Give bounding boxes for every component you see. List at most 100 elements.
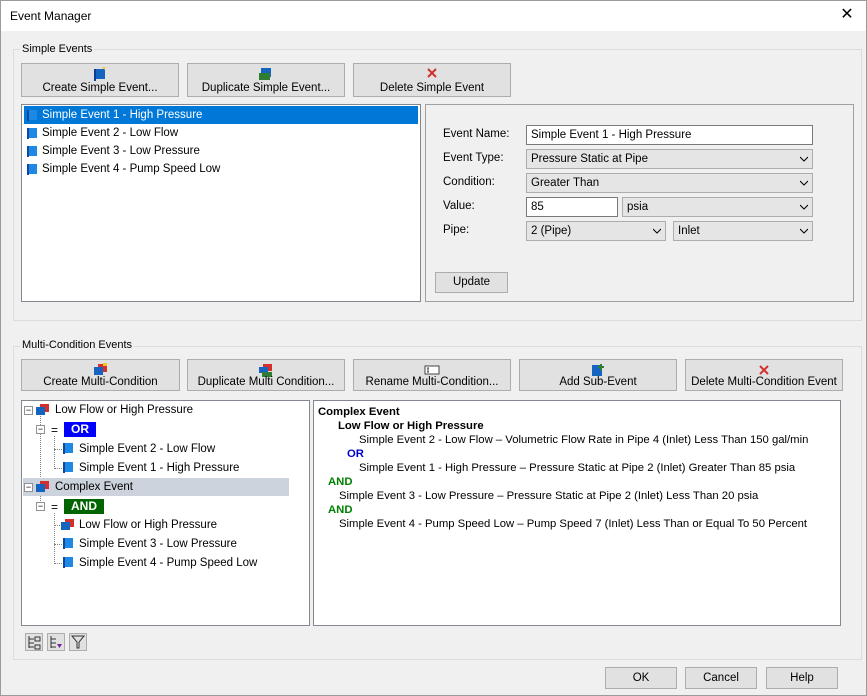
description-title: Complex Event bbox=[318, 406, 400, 418]
tree-node-label: Simple Event 4 - Pump Speed Low bbox=[79, 557, 258, 569]
add-sub-event-label: Add Sub-Event bbox=[559, 376, 637, 388]
update-button[interactable]: Update bbox=[435, 272, 508, 293]
multi-condition-tree[interactable]: − Low Flow or High Pressure − = OR Simpl… bbox=[21, 400, 310, 626]
tree-node-label: Simple Event 1 - High Pressure bbox=[79, 462, 240, 474]
flag-icon bbox=[27, 164, 37, 175]
event-type-select[interactable]: Pressure Static at Pipe bbox=[526, 149, 813, 169]
window-title: Event Manager bbox=[10, 9, 92, 23]
duplicate-multi-condition-button[interactable]: Duplicate Multi Condition... bbox=[187, 359, 345, 391]
tree-node-low-flow-or-high-pressure-ref[interactable]: Low Flow or High Pressure bbox=[79, 516, 217, 534]
condition-select[interactable]: Greater Than bbox=[526, 173, 813, 193]
delete-simple-event-label: Delete Simple Event bbox=[379, 82, 485, 94]
list-item[interactable]: Simple Event 2 - Low Flow bbox=[24, 124, 182, 142]
delete-simple-event-button[interactable]: Delete Simple Event bbox=[353, 63, 511, 97]
description-and: AND bbox=[328, 504, 353, 516]
tree-connector bbox=[54, 436, 55, 469]
close-icon[interactable]: ✕ bbox=[837, 7, 857, 23]
event-type-label: Event Type: bbox=[443, 152, 504, 164]
title-bar: Event Manager ✕ bbox=[0, 0, 867, 31]
flag-multi-icon bbox=[36, 404, 49, 415]
add-flag-icon bbox=[592, 364, 604, 376]
tree-collapse-icon[interactable]: − bbox=[24, 483, 33, 492]
tree-collapse-icon[interactable]: − bbox=[24, 406, 33, 415]
flag-icon bbox=[27, 146, 37, 157]
description-line: Simple Event 4 - Pump Speed Low – Pump S… bbox=[339, 518, 808, 530]
list-item[interactable]: Simple Event 1 - High Pressure bbox=[24, 106, 418, 124]
description-line: Simple Event 3 - Low Pressure – Pressure… bbox=[339, 490, 759, 502]
tree-filter-button[interactable] bbox=[69, 633, 87, 651]
create-multi-condition-button[interactable]: Create Multi-Condition bbox=[21, 359, 180, 391]
multi-condition-description: Complex Event Low Flow or High Pressure … bbox=[313, 400, 841, 626]
tree-collapse-icon[interactable]: − bbox=[36, 425, 45, 434]
tree-collapse-icon bbox=[50, 636, 62, 648]
list-item[interactable]: Simple Event 3 - Low Pressure bbox=[24, 142, 204, 160]
rename-multi-condition-button[interactable]: Rename Multi-Condition... bbox=[353, 359, 511, 391]
delete-multi-condition-label: Delete Multi-Condition Event bbox=[691, 376, 837, 388]
list-item-label: Simple Event 2 - Low Flow bbox=[42, 127, 179, 139]
event-type-value: Pressure Static at Pipe bbox=[531, 153, 648, 165]
flag-icon bbox=[63, 462, 73, 473]
create-simple-event-label: Create Simple Event... bbox=[42, 82, 158, 94]
flag-icon bbox=[63, 557, 73, 568]
tree-node-label: Simple Event 2 - Low Flow bbox=[79, 443, 216, 455]
condition-value: Greater Than bbox=[531, 177, 600, 189]
tree-node-simple-event-2[interactable]: Simple Event 2 - Low Flow bbox=[79, 440, 215, 458]
tree-node-label: Complex Event bbox=[55, 481, 133, 493]
chevron-down-icon bbox=[800, 228, 808, 234]
list-item-label: Simple Event 3 - Low Pressure bbox=[42, 145, 200, 157]
description-and: AND bbox=[328, 476, 353, 488]
ok-button[interactable]: OK bbox=[605, 667, 677, 689]
pipe-location-value: Inlet bbox=[678, 225, 700, 237]
value-label: Value: bbox=[443, 200, 475, 212]
tree-collapse-icon[interactable]: − bbox=[36, 502, 45, 511]
and-operator-badge[interactable]: AND bbox=[64, 499, 104, 514]
tree-node-low-flow-or-high-pressure[interactable]: Low Flow or High Pressure bbox=[55, 401, 193, 419]
tree-node-simple-event-1[interactable]: Simple Event 1 - High Pressure bbox=[79, 459, 239, 477]
unit-select[interactable]: psia bbox=[622, 197, 813, 217]
add-sub-event-button[interactable]: Add Sub-Event bbox=[519, 359, 677, 391]
tree-node-simple-event-3[interactable]: Simple Event 3 - Low Pressure bbox=[79, 535, 237, 553]
delete-x-icon bbox=[759, 365, 769, 375]
simple-events-label: Simple Events bbox=[20, 43, 95, 55]
list-item[interactable]: Simple Event 4 - Pump Speed Low bbox=[24, 160, 224, 178]
help-button[interactable]: Help bbox=[766, 667, 838, 689]
chevron-down-icon bbox=[653, 228, 661, 234]
flag-multi-icon bbox=[93, 363, 107, 375]
rename-icon bbox=[424, 365, 440, 375]
pipe-select[interactable]: 2 (Pipe) bbox=[526, 221, 666, 241]
chevron-down-icon bbox=[800, 156, 808, 162]
cancel-button[interactable]: Cancel bbox=[685, 667, 757, 689]
flag-icon bbox=[27, 128, 37, 139]
description-subtitle: Low Flow or High Pressure bbox=[338, 420, 484, 432]
value-field[interactable]: 85 bbox=[526, 197, 618, 217]
tree-collapse-button[interactable] bbox=[47, 633, 65, 651]
flag-icon bbox=[94, 67, 105, 81]
tree-expand-button[interactable] bbox=[25, 633, 43, 651]
create-simple-event-button[interactable]: Create Simple Event... bbox=[21, 63, 179, 97]
condition-label: Condition: bbox=[443, 176, 495, 188]
or-operator-badge[interactable]: OR bbox=[64, 422, 96, 437]
tree-node-simple-event-4[interactable]: Simple Event 4 - Pump Speed Low bbox=[79, 554, 257, 572]
flag-multi-duplicate-icon bbox=[259, 364, 272, 377]
simple-events-list[interactable]: Simple Event 1 - High Pressure Simple Ev… bbox=[21, 104, 421, 302]
description-line: Simple Event 2 - Low Flow – Volumetric F… bbox=[359, 434, 809, 446]
flag-icon bbox=[27, 110, 37, 121]
delete-multi-condition-button[interactable]: Delete Multi-Condition Event bbox=[685, 359, 843, 391]
chevron-down-icon bbox=[800, 204, 808, 210]
list-item-label: Simple Event 4 - Pump Speed Low bbox=[42, 163, 221, 175]
unit-value: psia bbox=[627, 201, 649, 213]
chevron-down-icon bbox=[800, 180, 808, 186]
duplicate-multi-condition-label: Duplicate Multi Condition... bbox=[197, 376, 335, 388]
tree-node-label: Low Flow or High Pressure bbox=[79, 519, 218, 531]
flag-multi-icon bbox=[61, 519, 74, 530]
pipe-location-select[interactable]: Inlet bbox=[673, 221, 813, 241]
event-name-field[interactable]: Simple Event 1 - High Pressure bbox=[526, 125, 813, 145]
duplicate-simple-event-button[interactable]: Duplicate Simple Event... bbox=[187, 63, 345, 97]
multi-condition-label: Multi-Condition Events bbox=[20, 339, 135, 351]
tree-node-complex-event[interactable]: Complex Event bbox=[55, 478, 133, 496]
list-item-label: Simple Event 1 - High Pressure bbox=[42, 109, 203, 121]
tree-node-label: Low Flow or High Pressure bbox=[55, 404, 194, 416]
tree-node-label: Simple Event 3 - Low Pressure bbox=[79, 538, 237, 550]
description-or: OR bbox=[347, 448, 364, 460]
tree-filter-icon bbox=[70, 635, 86, 649]
